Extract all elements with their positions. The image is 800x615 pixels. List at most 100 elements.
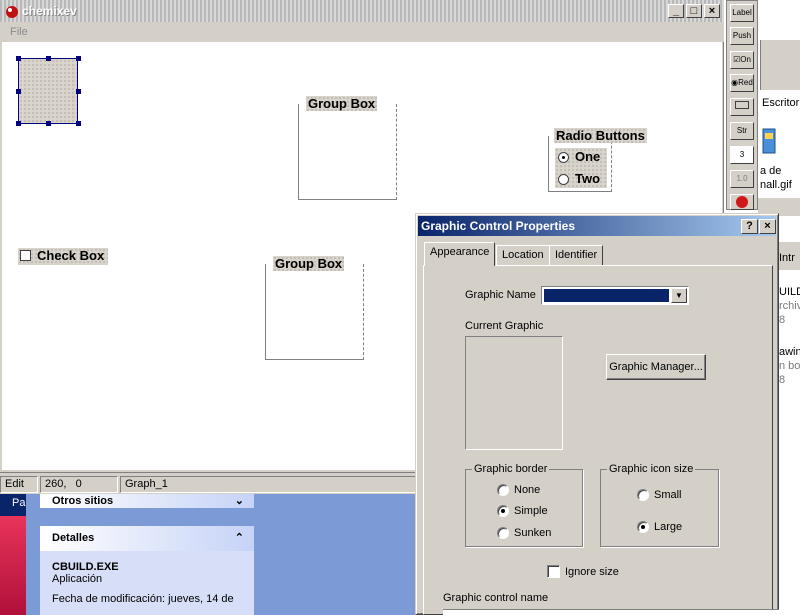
dialog-close-button[interactable]: × (759, 219, 776, 234)
radio-items: One Two (555, 148, 607, 188)
detail-file-type: Aplicación (52, 573, 103, 585)
ignore-size-label: Ignore size (565, 566, 619, 578)
groupbox-icon (735, 101, 749, 109)
dropdown-arrow-icon[interactable]: ▼ (671, 288, 687, 303)
tool-graphic[interactable] (730, 194, 754, 210)
build-text: UILD (779, 286, 800, 298)
intro-text: Intr (779, 252, 795, 264)
graphic-name-value (543, 288, 670, 303)
border-sunken-radio[interactable] (497, 527, 509, 539)
tool-checkbox[interactable]: ☑On (730, 51, 754, 69)
close-button[interactable]: × (704, 4, 720, 18)
menubar: File (0, 22, 724, 42)
radio-one-label: One (575, 149, 601, 164)
radio-two[interactable] (558, 174, 569, 185)
tool-string[interactable]: Str (730, 122, 754, 140)
file-name-a: a de (760, 165, 782, 177)
resize-handle[interactable] (16, 56, 21, 61)
tab-location[interactable]: Location (496, 245, 550, 267)
graphic-name-combo[interactable]: ▼ (541, 286, 689, 305)
resize-handle[interactable] (46, 121, 51, 126)
current-graphic-preview (465, 336, 563, 450)
designer-title: chemixev (22, 4, 77, 18)
tool-integer[interactable]: 3 (730, 146, 754, 164)
group-box-2[interactable] (265, 264, 364, 360)
tool-real[interactable]: 1.0 (730, 170, 754, 188)
resize-handle[interactable] (76, 121, 81, 126)
border-simple-label: Simple (514, 505, 548, 517)
graphic-name-label: Graphic Name (465, 289, 536, 301)
tab-identifier[interactable]: Identifier (549, 245, 604, 267)
status-name: Graph_1 (120, 476, 420, 493)
collapse-chevron-icon[interactable]: ⌄ (235, 494, 244, 508)
pane-spacer (40, 510, 254, 526)
designer-titlebar[interactable]: chemixev _ □ × (0, 0, 724, 22)
help-button[interactable]: ? (741, 219, 758, 234)
explorer-task-panes: Otros sitios ⌄ Detalles ⌃ CBUILD.EXE Apl… (26, 494, 420, 615)
tool-checkbox-label: On (740, 55, 751, 64)
minimize-button[interactable]: _ (668, 4, 684, 18)
tab-appearance[interactable]: Appearance (424, 242, 496, 266)
dialog-titlebar[interactable]: Graphic Control Properties ? × (418, 216, 776, 236)
detalles-header[interactable]: Detalles ⌃ (40, 526, 254, 551)
archivo-text: rchivo (779, 300, 800, 312)
detalles-title: Detalles (52, 532, 95, 544)
group-box-2-label: Group Box (273, 256, 345, 271)
file-name-b: nall.gif (760, 179, 792, 191)
resize-handle[interactable] (16, 89, 21, 94)
icon-size-legend: Graphic icon size (607, 463, 696, 475)
status-mode: Edit (0, 476, 38, 493)
border-none-radio[interactable] (497, 484, 509, 496)
drawing-text: awing (779, 346, 800, 358)
status-coords: 260, 0 (40, 476, 118, 493)
resize-handle[interactable] (76, 89, 81, 94)
dialog-title: Graphic Control Properties (421, 219, 576, 233)
radio-group-label: Radio Buttons (554, 128, 647, 143)
check-box-label: Check Box (37, 248, 105, 263)
control-name-label: Graphic control name (443, 592, 549, 604)
resize-handle[interactable] (16, 121, 21, 126)
resize-handle[interactable] (76, 56, 81, 61)
escritorio-text: Escritori (762, 97, 800, 109)
toolbox: Label Push ☑On ◉Red Str 3 1.0 (726, 0, 758, 210)
graphic-control[interactable] (18, 58, 78, 124)
icon-small-radio[interactable] (637, 489, 649, 501)
detail-file-date: Fecha de modificación: jueves, 14 de (52, 593, 234, 605)
icon-large-radio[interactable] (637, 521, 649, 533)
tool-push[interactable]: Push (730, 27, 754, 45)
icon-size-group (600, 469, 719, 547)
icon-small-label: Small (654, 489, 682, 501)
task-label: Pa (12, 497, 26, 509)
tool-label[interactable]: Label (730, 4, 754, 22)
expand-chevron-icon[interactable]: ⌃ (235, 526, 244, 551)
app-icon[interactable] (4, 3, 20, 19)
maximize-button[interactable]: □ (686, 4, 702, 18)
graphic-manager-button[interactable]: Graphic Manager... (606, 354, 706, 380)
graphic-border-legend: Graphic border (472, 463, 550, 475)
icon-large-label: Large (654, 521, 683, 533)
check-box[interactable] (20, 250, 31, 261)
task-strip: Pa (0, 494, 26, 615)
graphic-tool-icon (736, 196, 748, 208)
control-name-input[interactable] (443, 609, 779, 615)
num-a-text: 8 (779, 314, 786, 326)
num-b-text: 8 (779, 374, 786, 386)
border-none-label: None (514, 484, 541, 496)
file-icon (762, 127, 776, 157)
tool-radio-label: Red (738, 78, 753, 87)
menu-file[interactable]: File (10, 26, 28, 38)
bod-text: n bod (779, 360, 800, 372)
current-graphic-label: Current Graphic (465, 320, 544, 332)
otros-sitios-title: Otros sitios (52, 495, 114, 507)
radio-one[interactable] (558, 152, 569, 163)
check-box-control[interactable]: Check Box (18, 248, 108, 265)
otros-sitios-pane[interactable]: Otros sitios ⌄ (40, 494, 254, 510)
group-box-1-label: Group Box (306, 96, 378, 111)
radio-two-label: Two (575, 171, 601, 186)
resize-handle[interactable] (46, 56, 51, 61)
border-simple-radio[interactable] (497, 505, 509, 517)
group-box-1[interactable] (298, 104, 397, 200)
ignore-size-checkbox[interactable] (547, 565, 560, 578)
tool-radio[interactable]: ◉Red (730, 74, 754, 92)
tool-groupbox[interactable] (730, 98, 754, 116)
